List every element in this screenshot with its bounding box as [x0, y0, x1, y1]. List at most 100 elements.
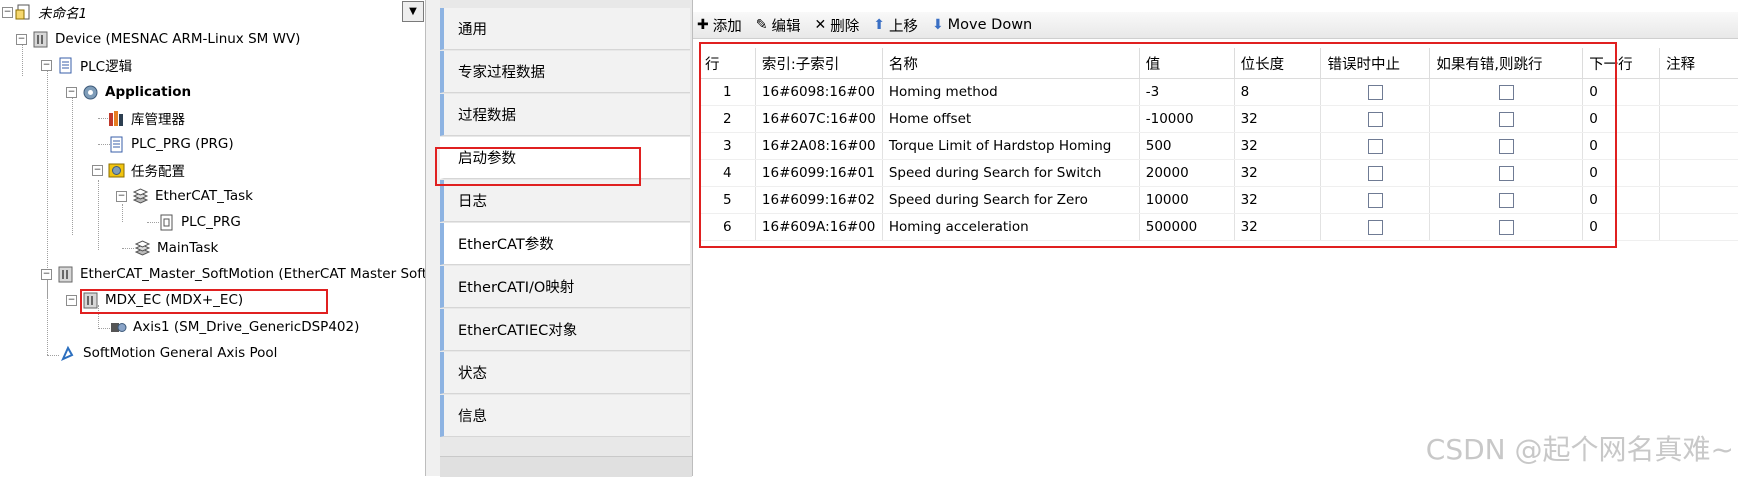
tab-ethercat-iec-objects[interactable]: EtherCATIEC对象 — [440, 309, 690, 351]
tree-node-axis1[interactable]: Axis1 (SM_Drive_GenericDSP402) — [110, 315, 359, 339]
column-header-value[interactable]: 值 — [1139, 48, 1235, 79]
move-down-button[interactable]: ⬇ Move Down — [932, 17, 1032, 33]
tab-expert-process-data[interactable]: 专家过程数据 — [440, 51, 690, 93]
collapse-icon[interactable]: − — [66, 86, 77, 98]
row-number[interactable]: 3 — [699, 132, 756, 160]
value-cell[interactable]: 20000 — [1139, 159, 1235, 187]
checkbox[interactable] — [1367, 219, 1383, 235]
tree-node-mdx-ec[interactable]: − MDX_EC (MDX+_EC) — [66, 288, 243, 312]
index-cell[interactable]: 16#6099:16#01 — [755, 159, 883, 187]
move-up-button[interactable]: ⬆ 上移 — [873, 15, 918, 36]
comment-cell[interactable] — [1659, 105, 1738, 133]
comment-cell[interactable] — [1659, 132, 1738, 160]
bit-length-cell[interactable]: 32 — [1234, 159, 1322, 187]
collapse-icon[interactable]: − — [92, 164, 103, 176]
column-header-row[interactable]: 行 — [699, 48, 756, 79]
panel-splitter[interactable] — [425, 0, 441, 476]
checkbox[interactable] — [1367, 111, 1383, 127]
tree-node-plc-prg[interactable]: PLC_PRG (PRG) — [108, 132, 234, 156]
value-cell[interactable]: 500 — [1139, 132, 1235, 160]
index-cell[interactable]: 16#2A08:16#00 — [755, 132, 883, 160]
next-line-cell[interactable]: 0 — [1582, 105, 1661, 133]
tree-node-task-config[interactable]: − 任务配置 — [92, 158, 185, 182]
tree-node-plc-prg-call[interactable]: PLC_PRG — [158, 210, 241, 234]
index-cell[interactable]: 16#607C:16#00 — [755, 105, 883, 133]
name-cell[interactable]: Homing method — [882, 78, 1140, 106]
abort-checkbox[interactable] — [1320, 78, 1431, 106]
checkbox[interactable] — [1498, 111, 1514, 127]
row-number[interactable]: 6 — [699, 213, 756, 241]
checkbox[interactable] — [1367, 192, 1383, 208]
row-number[interactable]: 4 — [699, 159, 756, 187]
jump-checkbox[interactable] — [1429, 78, 1584, 106]
delete-button[interactable]: ✕ 删除 — [814, 15, 859, 36]
value-cell[interactable]: 500000 — [1139, 213, 1235, 241]
tree-node-device[interactable]: − Device (MESNAC ARM-Linux SM WV) — [16, 27, 300, 51]
table-row[interactable]: 6 16#609A:16#00 Homing acceleration 500000 3… — [699, 213, 1738, 241]
table-row[interactable]: 5 16#6099:16#02 Speed during Search for Ze… — [699, 186, 1738, 214]
next-line-cell[interactable]: 0 — [1582, 78, 1661, 106]
next-line-cell[interactable]: 0 — [1582, 159, 1661, 187]
checkbox[interactable] — [1367, 84, 1383, 100]
bit-length-cell[interactable]: 32 — [1234, 186, 1322, 214]
collapse-icon[interactable]: − — [66, 294, 77, 306]
tab-ethercat-parameters[interactable]: EtherCAT参数 — [440, 223, 690, 265]
value-cell[interactable]: 10000 — [1139, 186, 1235, 214]
collapse-icon[interactable]: − — [2, 6, 13, 18]
name-cell[interactable]: Speed during Search for Zero — [882, 186, 1140, 214]
name-cell[interactable]: Homing acceleration — [882, 213, 1140, 241]
next-line-cell[interactable]: 0 — [1582, 186, 1661, 214]
checkbox[interactable] — [1367, 165, 1383, 181]
tree-node-ethercat-master[interactable]: − EtherCAT_Master_SoftMotion (EtherCAT M… — [41, 262, 478, 286]
jump-checkbox[interactable] — [1429, 105, 1584, 133]
abort-checkbox[interactable] — [1320, 213, 1431, 241]
checkbox[interactable] — [1498, 219, 1514, 235]
abort-checkbox[interactable] — [1320, 132, 1431, 160]
checkbox[interactable] — [1498, 138, 1514, 154]
comment-cell[interactable] — [1659, 186, 1738, 214]
column-header-jump-on-error[interactable]: 如果有错,则跳行 — [1429, 48, 1584, 79]
bit-length-cell[interactable]: 32 — [1234, 132, 1322, 160]
value-cell[interactable]: -10000 — [1139, 105, 1235, 133]
index-cell[interactable]: 16#6098:16#00 — [755, 78, 883, 106]
tree-node-axis-pool[interactable]: SoftMotion General Axis Pool — [60, 341, 277, 365]
comment-cell[interactable] — [1659, 78, 1738, 106]
tab-log[interactable]: 日志 — [440, 180, 690, 222]
value-cell[interactable]: -3 — [1139, 78, 1235, 106]
jump-checkbox[interactable] — [1429, 213, 1584, 241]
collapse-icon[interactable]: − — [41, 59, 52, 71]
row-number[interactable]: 1 — [699, 78, 756, 106]
next-line-cell[interactable]: 0 — [1582, 213, 1661, 241]
row-number[interactable]: 5 — [699, 186, 756, 214]
tab-startup-parameters[interactable]: 启动参数 — [440, 137, 690, 179]
tab-ethercat-io-mapping[interactable]: EtherCATI/O映射 — [440, 266, 690, 308]
column-header-abort-on-error[interactable]: 错误时中止 — [1320, 48, 1431, 79]
abort-checkbox[interactable] — [1320, 159, 1431, 187]
column-header-comment[interactable]: 注释 — [1659, 48, 1738, 79]
row-number[interactable]: 2 — [699, 105, 756, 133]
tree-node-plc-logic[interactable]: − PLC逻辑 — [41, 53, 132, 77]
name-cell[interactable]: Home offset — [882, 105, 1140, 133]
edit-button[interactable]: ✎ 编辑 — [756, 15, 801, 36]
add-button[interactable]: ✚ 添加 — [697, 15, 742, 36]
tree-node-project[interactable]: − 未命名1 — [2, 0, 87, 24]
checkbox[interactable] — [1498, 192, 1514, 208]
table-row[interactable]: 3 16#2A08:16#00 Torque Limit of Hardstop H… — [699, 132, 1738, 160]
abort-checkbox[interactable] — [1320, 105, 1431, 133]
bit-length-cell[interactable]: 8 — [1234, 78, 1322, 106]
next-line-cell[interactable]: 0 — [1582, 132, 1661, 160]
tab-process-data[interactable]: 过程数据 — [440, 94, 690, 136]
column-header-bit-length[interactable]: 位长度 — [1234, 48, 1322, 79]
bit-length-cell[interactable]: 32 — [1234, 105, 1322, 133]
tree-node-ethercat-task[interactable]: − EtherCAT_Task — [116, 184, 253, 208]
column-header-name[interactable]: 名称 — [882, 48, 1140, 79]
name-cell[interactable]: Torque Limit of Hardstop Homing — [882, 132, 1140, 160]
tree-node-application[interactable]: − Application — [66, 80, 191, 104]
tab-info[interactable]: 信息 — [440, 395, 690, 437]
collapse-icon[interactable]: − — [16, 33, 27, 45]
name-cell[interactable]: Speed during Search for Switch — [882, 159, 1140, 187]
index-cell[interactable]: 16#609A:16#00 — [755, 213, 883, 241]
tree-node-library-manager[interactable]: 库管理器 — [108, 106, 185, 130]
tab-general[interactable]: 通用 — [440, 8, 690, 50]
checkbox[interactable] — [1498, 84, 1514, 100]
